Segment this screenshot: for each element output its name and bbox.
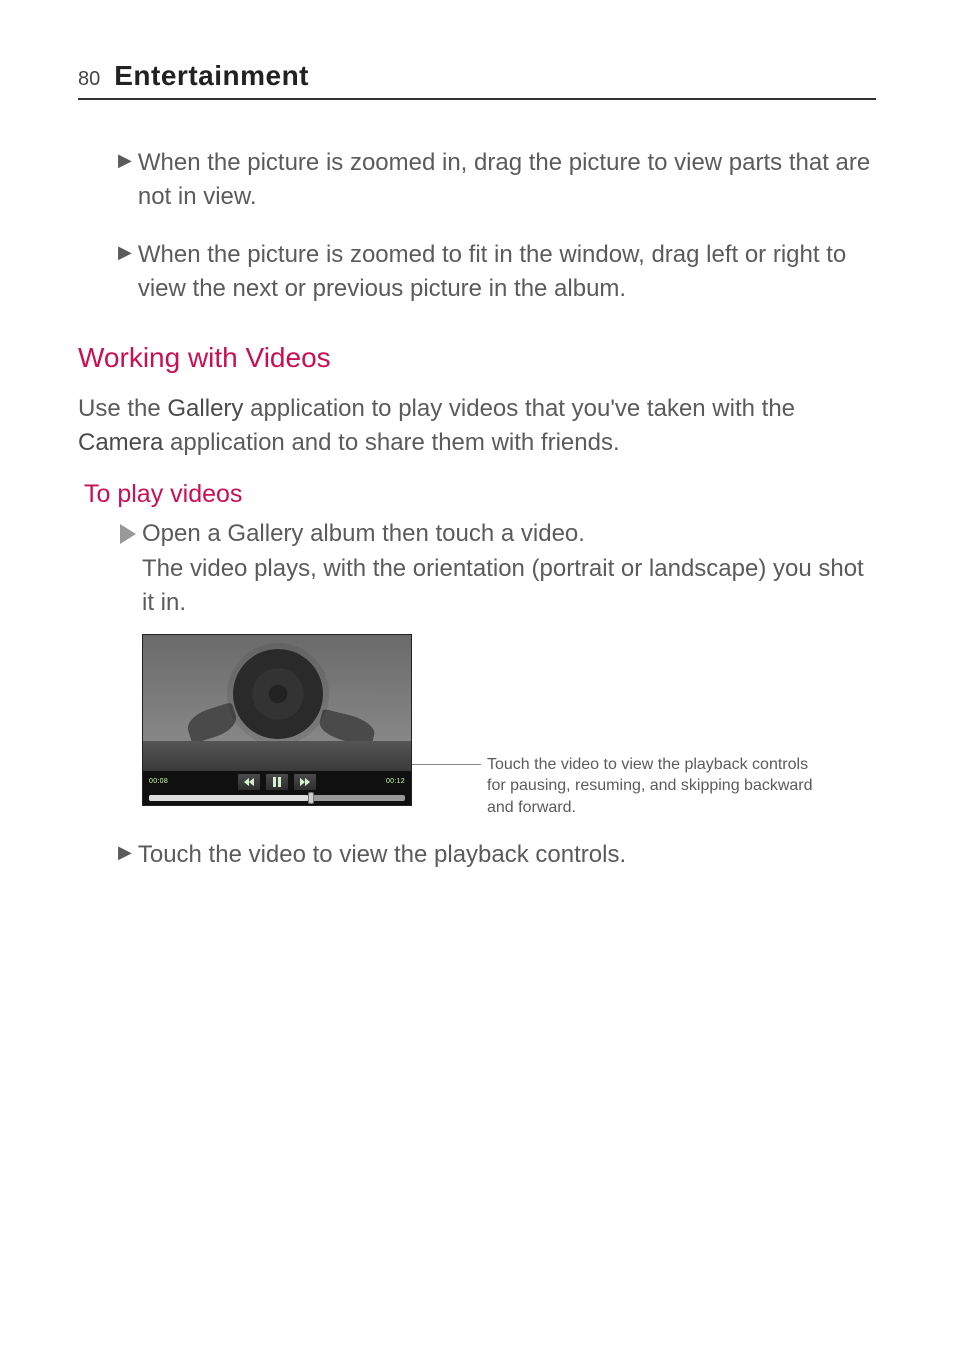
section-title: Entertainment: [114, 60, 309, 92]
progress-thumb[interactable]: [308, 792, 314, 804]
bullet-text: When the picture is zoomed in, drag the …: [138, 146, 876, 214]
video-content: [233, 649, 323, 739]
page-header: 80 Entertainment: [78, 60, 876, 100]
text-segment: application and to share them with frien…: [163, 429, 619, 456]
app-name-camera: Camera: [78, 429, 163, 456]
triangle-right-icon: ▶: [118, 150, 132, 214]
bullet-zoom-drag: ▶ When the picture is zoomed in, drag th…: [78, 146, 876, 214]
playback-controls-bar: 00:08 00:12: [143, 771, 411, 805]
bullet-zoom-fit: ▶ When the picture is zoomed to fit in t…: [78, 238, 876, 306]
app-name-gallery: Gallery: [167, 395, 243, 422]
triangle-right-icon: [118, 524, 138, 544]
figure-video-player: 00:08 00:12: [78, 634, 876, 819]
heading-working-with-videos: Working with Videos: [78, 342, 876, 374]
instruction-line2: The video plays, with the orientation (p…: [142, 555, 864, 616]
video-player-screenshot: 00:08 00:12: [142, 634, 412, 806]
triangle-right-icon: ▶: [118, 842, 132, 872]
skip-forward-button[interactable]: [293, 773, 317, 791]
bullet-touch-video: ▶ Touch the video to view the playback c…: [78, 838, 876, 872]
pause-icon: [272, 777, 282, 787]
intro-paragraph: Use the Gallery application to play vide…: [78, 392, 876, 460]
bullet-open-gallery: Open a Gallery album then touch a video.…: [78, 517, 876, 619]
callout-text: Touch the video to view the playback con…: [487, 754, 827, 819]
bullet-text: When the picture is zoomed to fit in the…: [138, 238, 876, 306]
pause-button[interactable]: [265, 773, 289, 791]
text-segment: Use the: [78, 395, 167, 422]
progress-slider[interactable]: [149, 795, 405, 801]
heading-to-play-videos: To play videos: [84, 480, 876, 509]
skip-forward-icon: [300, 777, 310, 787]
bullet-text: Touch the video to view the playback con…: [138, 838, 626, 872]
page-number: 80: [78, 68, 100, 91]
playback-buttons: [237, 773, 317, 791]
skip-back-button[interactable]: [237, 773, 261, 791]
callout-leader-line: [411, 764, 481, 765]
total-time: 00:12: [386, 778, 405, 785]
instruction-line1: Open a Gallery album then touch a video.: [142, 520, 585, 547]
triangle-right-icon: ▶: [118, 242, 132, 306]
bullet-text: Open a Gallery album then touch a video.…: [142, 517, 876, 619]
progress-fill: [149, 795, 308, 801]
text-segment: application to play videos that you've t…: [243, 395, 795, 422]
elapsed-time: 00:08: [149, 778, 168, 785]
video-content: [143, 741, 411, 771]
skip-back-icon: [244, 777, 254, 787]
